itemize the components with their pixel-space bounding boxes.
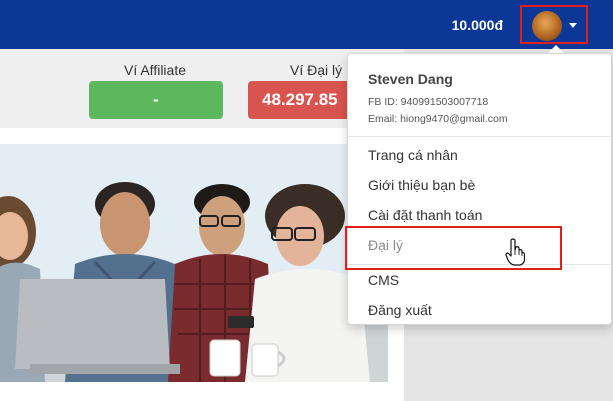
user-menu-toggle[interactable] (520, 5, 588, 44)
user-fb-id: FB ID: 940991503007718 (368, 96, 489, 108)
dropdown-arrow (548, 45, 564, 53)
team-banner-image (0, 144, 388, 382)
user-email: Email: hiong9470@gmail.com (368, 113, 508, 125)
menu-item-cms[interactable]: CMS (368, 272, 399, 288)
user-name: Steven Dang (368, 71, 453, 87)
wallet-stats: Ví Affiliate - Ví Đại lý 48.297.85 (0, 49, 404, 128)
agency-wallet-label: Ví Đại lý (290, 62, 343, 78)
menu-item-profile[interactable]: Trang cá nhân (368, 147, 458, 163)
dropdown-divider (348, 136, 611, 137)
highlight-agency-item (345, 226, 562, 270)
hand-pointer-icon (505, 238, 525, 266)
menu-item-referral[interactable]: Giới thiệu bạn bè (368, 177, 475, 193)
menu-item-logout[interactable]: Đăng xuất (368, 302, 432, 318)
affiliate-wallet-value[interactable]: - (89, 81, 223, 119)
top-navbar: 10.000đ (0, 0, 613, 49)
main-content (0, 128, 404, 401)
affiliate-wallet-label: Ví Affiliate (124, 62, 187, 78)
menu-item-payment-settings[interactable]: Cài đặt thanh toán (368, 207, 482, 223)
user-avatar-icon[interactable] (532, 11, 562, 41)
caret-down-icon[interactable] (569, 23, 577, 28)
team-illustration (0, 144, 388, 382)
user-dropdown-menu: Steven Dang FB ID: 940991503007718 Email… (347, 53, 612, 325)
wallet-balance: 10.000đ (451, 17, 503, 33)
